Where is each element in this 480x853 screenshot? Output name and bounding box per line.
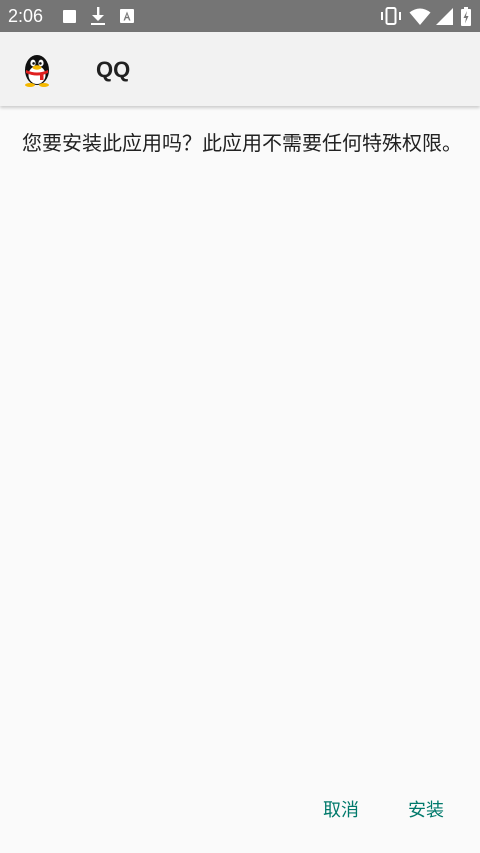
vibrate-icon (380, 0, 402, 32)
signal-icon (435, 0, 453, 32)
qq-penguin-logo (20, 51, 54, 87)
battery-charging-icon (460, 0, 472, 32)
app-bar: QQ (0, 32, 480, 106)
install-message: 您要安装此应用吗？此应用不需要任何特殊权限。 (22, 131, 462, 155)
app-title: QQ (96, 57, 131, 82)
stop-icon (62, 0, 76, 32)
font-a-icon (120, 0, 134, 32)
cancel-button[interactable]: 取消 (323, 796, 359, 826)
status-bar: 2:06 (0, 0, 480, 32)
status-time: 2:06 (8, 6, 44, 26)
install-button[interactable]: 安装 (408, 796, 444, 826)
wifi-icon (408, 0, 432, 32)
download-icon (90, 0, 106, 32)
